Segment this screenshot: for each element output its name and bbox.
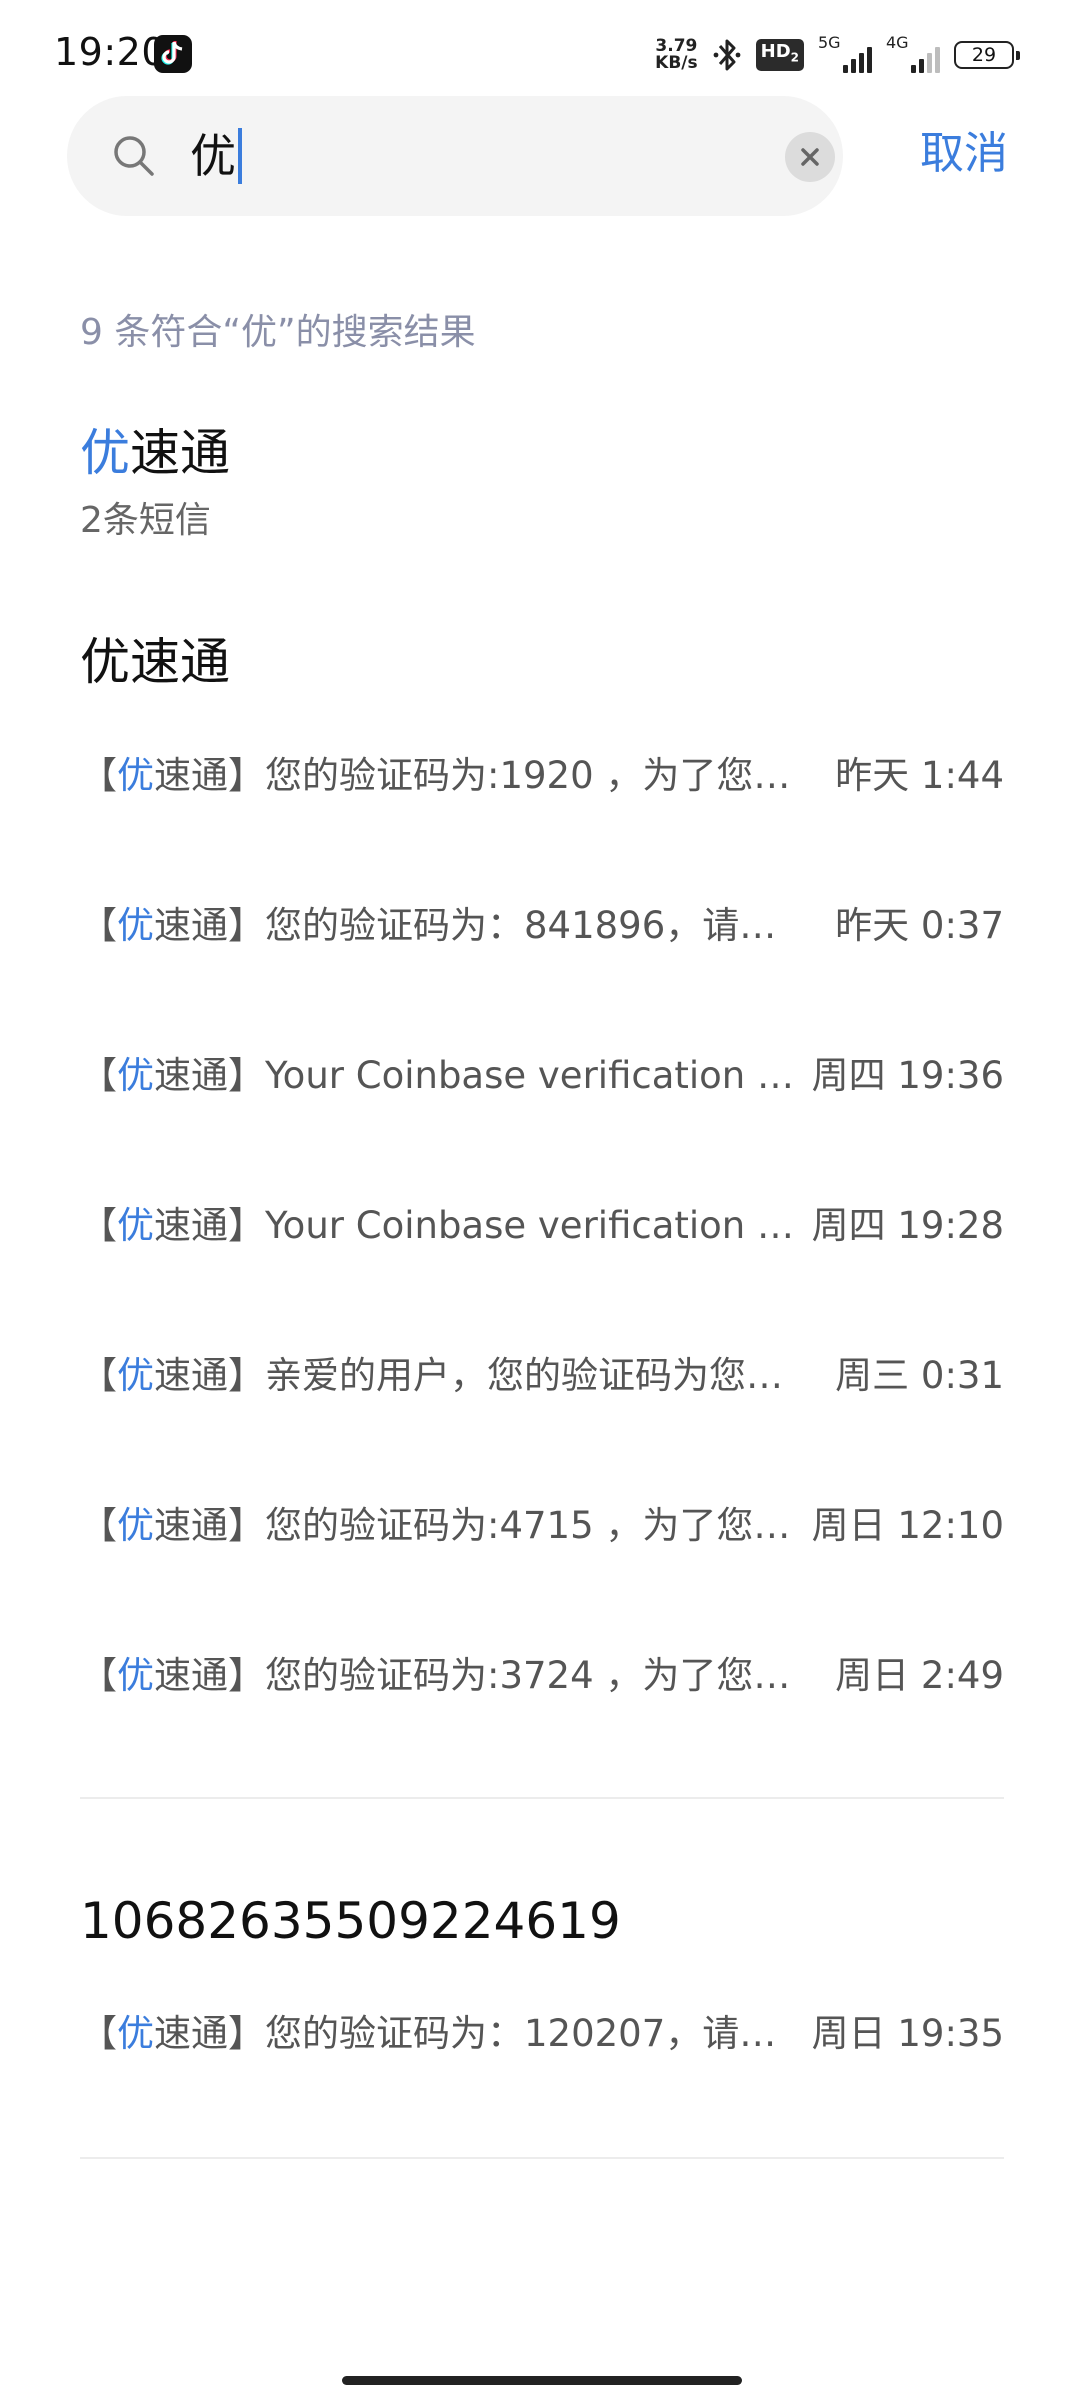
message-highlight: 优: [117, 2012, 154, 2055]
message-rest: 速通】您的验证码为:4715 ，为了您的账户安全: [154, 1504, 810, 1547]
conversation-group-title: 10682635509224619: [80, 1892, 621, 1950]
results-count: 9 条符合“优”的搜索结果: [80, 312, 476, 353]
signal-icon: 5G: [818, 35, 872, 75]
message-time: 昨天 0:37: [835, 904, 1004, 947]
contact-name-rest: 速通: [130, 424, 230, 482]
message-time: 周三 0:31: [835, 1354, 1004, 1397]
message-highlight: 优: [117, 1354, 154, 1397]
bluetooth-icon: [712, 35, 742, 75]
home-indicator[interactable]: [342, 2376, 742, 2385]
text-cursor: [238, 128, 242, 184]
sim1-network-label: 5G: [818, 33, 841, 52]
hd-label: HD: [760, 41, 791, 63]
message-bracket: 【: [80, 904, 117, 947]
conversation-group-title: 优速通: [80, 633, 230, 691]
battery-icon: 29: [954, 41, 1020, 69]
message-rest: 速通】您的验证码为：841896，请勿泄露给他人: [154, 904, 810, 947]
message-bracket: 【: [80, 1204, 117, 1247]
message-rest: 速通】您的验证码为:3724 ，为了您的账户安全: [154, 1654, 810, 1697]
search-query[interactable]: 优: [190, 126, 242, 186]
message-highlight: 优: [117, 904, 154, 947]
hd-sub: 2: [790, 50, 799, 65]
message-time: 周日 2:49: [835, 1654, 1004, 1697]
message-result-row[interactable]: 【优速通】您的验证码为:1920 ，为了您的账户安全，请勿泄露 昨天 1:44: [80, 736, 1004, 816]
message-time: 周四 19:28: [811, 1204, 1004, 1247]
contact-name-highlight: 优: [80, 424, 130, 482]
message-bracket: 【: [80, 1504, 117, 1547]
close-icon: [801, 148, 819, 166]
message-bracket: 【: [80, 754, 117, 797]
message-result-row[interactable]: 【优速通】您的验证码为：841896，请勿泄露给他人 昨天 0:37: [80, 886, 1004, 966]
message-rest: 速通】Your Coinbase verification code is: [154, 1204, 810, 1247]
tiktok-icon: [154, 35, 192, 73]
message-rest: 速通】Your Coinbase verification code is: [154, 1054, 810, 1097]
message-highlight: 优: [117, 1654, 154, 1697]
message-result-row[interactable]: 【优速通】您的验证码为:3724 ，为了您的账户安全 周日 2:49: [80, 1636, 1004, 1716]
message-time: 周日 19:35: [811, 2012, 1004, 2055]
message-time: 周日 12:10: [811, 1504, 1004, 1547]
network-speed: 3.79 KB/s: [655, 38, 697, 72]
network-speed-unit: KB/s: [655, 53, 698, 73]
message-snippet: 【优速通】Your Coinbase verification code is: [80, 1198, 810, 1254]
message-result-row[interactable]: 【优速通】Your Coinbase verification code is …: [80, 1036, 1004, 1116]
message-rest: 速通】亲爱的用户，您的验证码为您的账户: [154, 1354, 810, 1397]
message-rest: 速通】您的验证码为：120207，请勿泄露给他人: [154, 2012, 810, 2055]
clear-search-button[interactable]: [785, 132, 835, 182]
message-result-row[interactable]: 【优速通】您的验证码为:4715 ，为了您的账户安全 周日 12:10: [80, 1486, 1004, 1566]
message-result-row[interactable]: 【优速通】亲爱的用户，您的验证码为您的账户 周三 0:31: [80, 1336, 1004, 1416]
signal-bars: [843, 47, 872, 73]
contact-result-subtitle: 2条短信: [80, 500, 211, 541]
battery-level: 29: [971, 44, 997, 66]
message-snippet: 【优速通】您的验证码为:3724 ，为了您的账户安全: [80, 1648, 810, 1704]
signal-bars: [911, 47, 940, 73]
status-indicators: 3.79 KB/s HD2 5G 4G 29: [655, 32, 1020, 78]
message-snippet: 【优速通】您的验证码为:4715 ，为了您的账户安全: [80, 1498, 810, 1554]
message-snippet: 【优速通】您的验证码为:1920 ，为了您的账户安全，请勿泄露: [80, 748, 810, 804]
message-bracket: 【: [80, 1654, 117, 1697]
message-highlight: 优: [117, 1204, 154, 1247]
message-search-screen: 19:20 3.79 KB/s HD2 5G 4G 29 优 取消 9 条符合“…: [0, 0, 1080, 2400]
message-result-row[interactable]: 【优速通】Your Coinbase verification code is …: [80, 1186, 1004, 1266]
status-bar: 19:20 3.79 KB/s HD2 5G 4G 29: [0, 0, 1080, 110]
search-icon: [112, 134, 156, 182]
section-divider: [80, 2157, 1004, 2159]
message-rest: 速通】您的验证码为:1920 ，为了您的账户安全，请勿泄露: [154, 754, 810, 797]
signal-icon: 4G: [886, 35, 940, 75]
search-input[interactable]: 优: [67, 96, 843, 216]
message-time: 周四 19:36: [811, 1054, 1004, 1097]
message-highlight: 优: [117, 754, 154, 797]
contact-result-name[interactable]: 优速通: [80, 418, 230, 488]
message-snippet: 【优速通】您的验证码为：841896，请勿泄露给他人: [80, 898, 810, 954]
section-divider: [80, 1797, 1004, 1799]
message-highlight: 优: [117, 1054, 154, 1097]
sim2-network-label: 4G: [886, 33, 909, 52]
message-bracket: 【: [80, 2012, 117, 2055]
message-snippet: 【优速通】亲爱的用户，您的验证码为您的账户: [80, 1348, 810, 1404]
status-time: 19:20: [54, 30, 167, 74]
message-result-row[interactable]: 【优速通】您的验证码为：120207，请勿泄露给他人 周日 19:35: [80, 1994, 1004, 2074]
search-query-text: 优: [190, 129, 236, 183]
message-snippet: 【优速通】Your Coinbase verification code is: [80, 1048, 810, 1104]
hd-voice-badge: HD2: [755, 39, 804, 71]
cancel-button[interactable]: 取消: [920, 124, 1008, 184]
message-bracket: 【: [80, 1054, 117, 1097]
message-highlight: 优: [117, 1504, 154, 1547]
message-bracket: 【: [80, 1354, 117, 1397]
message-time: 昨天 1:44: [835, 754, 1004, 797]
message-snippet: 【优速通】您的验证码为：120207，请勿泄露给他人: [80, 2006, 810, 2062]
